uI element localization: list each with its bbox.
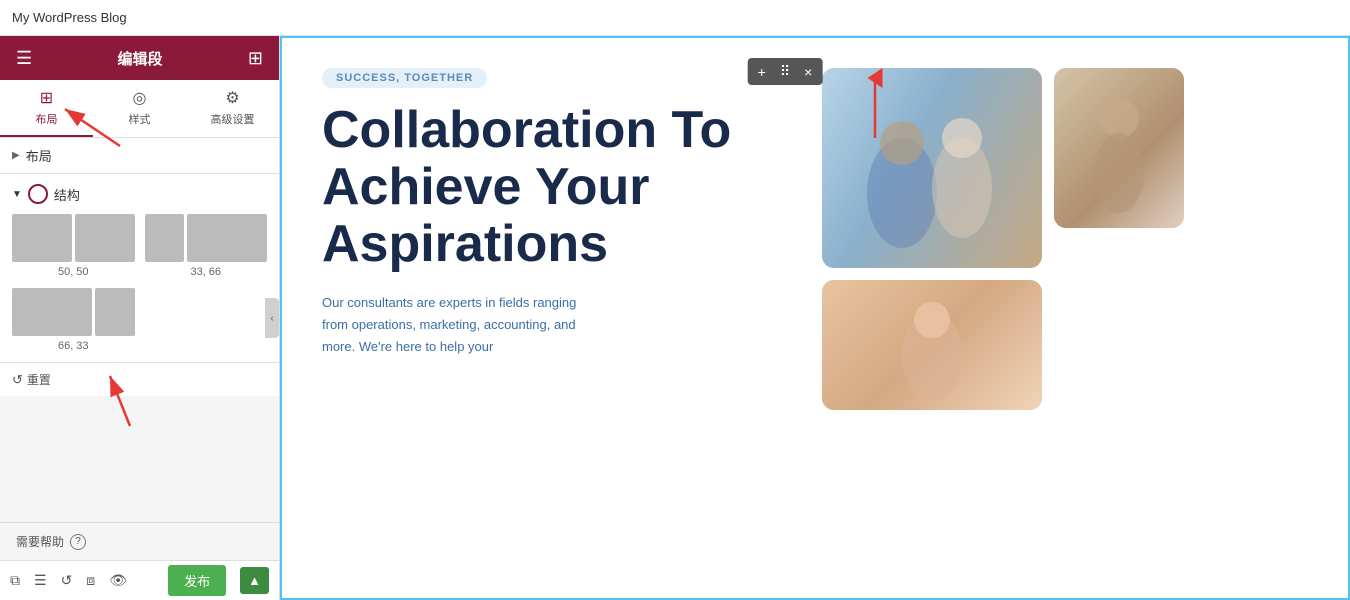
description-text: Our consultants are experts in fields ra…	[322, 292, 602, 358]
floating-toolbar: + ⠿ ×	[748, 58, 823, 85]
layout-label-33-66: 33, 66	[190, 266, 221, 278]
sidebar-title: 编辑段	[118, 48, 163, 69]
hamburger-icon[interactable]: ☰	[16, 48, 32, 69]
help-label: 需要帮助	[16, 533, 64, 550]
help-icon[interactable]: ?	[70, 534, 86, 550]
tab-style[interactable]: ◎ 样式	[93, 80, 186, 137]
layers-icon[interactable]: ⧉	[10, 572, 20, 589]
bottom-svg	[832, 285, 1032, 405]
layout-option-50-50[interactable]: 50, 50	[12, 214, 135, 278]
meeting-image	[822, 68, 1042, 268]
page-frame: + ⠿ × SUCCESS, TOGETHER Collaboration To…	[280, 36, 1350, 600]
layout-options-grid: 50, 50 33, 66 66, 33	[12, 214, 267, 352]
clipboard-icon[interactable]: ⧈	[86, 572, 95, 589]
bottom-bar: ⧉ ☰ ↺ ⧈ 👁 发布 ▲	[0, 560, 279, 600]
sidebar-header: ☰ 编辑段 ⊞	[0, 36, 279, 80]
layout-option-33-66[interactable]: 33, 66	[145, 214, 268, 278]
sidebar-tabs: ⊞ 布局 ◎ 样式 ⚙ 高级设置	[0, 80, 279, 138]
side-photo	[1054, 68, 1184, 228]
publish-button[interactable]: 发布	[168, 565, 226, 596]
style-tab-icon: ◎	[133, 88, 147, 108]
advanced-tab-icon: ⚙	[225, 88, 239, 108]
layout-section-title: 布局	[26, 146, 52, 165]
structure-section: ▼ 结构 50, 50	[0, 174, 279, 363]
sidebar: ☰ 编辑段 ⊞ ⊞ 布局 ◎ 样式 ⚙ 高级设置 ▶ 布局	[0, 36, 280, 600]
structure-circle	[28, 184, 48, 204]
structure-header[interactable]: ▼ 结构	[12, 184, 267, 204]
tab-style-label: 样式	[129, 111, 151, 127]
reset-button[interactable]: ↺ 重置	[0, 363, 279, 396]
images-column	[822, 68, 1302, 410]
eye-icon[interactable]: 👁	[109, 572, 127, 589]
layout-label-50-50: 50, 50	[58, 266, 89, 278]
tab-advanced[interactable]: ⚙ 高级设置	[186, 80, 279, 137]
page-content: SUCCESS, TOGETHER Collaboration To Achie…	[282, 38, 1348, 440]
move-block-button[interactable]: ⠿	[776, 61, 794, 82]
help-section: 需要帮助 ?	[0, 522, 279, 560]
tab-layout-label: 布局	[36, 111, 58, 127]
publish-arrow-button[interactable]: ▲	[240, 567, 269, 594]
history-icon[interactable]: ↺	[61, 572, 73, 589]
people-svg	[832, 73, 1032, 263]
tab-layout[interactable]: ⊞ 布局	[0, 80, 93, 137]
grid-icon[interactable]: ⊞	[248, 48, 263, 69]
reset-icon: ↺	[12, 372, 23, 388]
layout-section-arrow: ▶	[12, 150, 20, 161]
main-layout: ☰ 编辑段 ⊞ ⊞ 布局 ◎ 样式 ⚙ 高级设置 ▶ 布局	[0, 36, 1350, 600]
tab-advanced-label: 高级设置	[211, 111, 255, 127]
badge: SUCCESS, TOGETHER	[322, 68, 487, 88]
reset-label: 重置	[27, 371, 51, 388]
side-image	[1054, 68, 1184, 228]
structure-section-title: 结构	[54, 185, 80, 204]
stack-icon[interactable]: ☰	[34, 572, 47, 589]
bottom-image	[822, 280, 1042, 410]
images-left-stack	[822, 68, 1042, 410]
collapse-icon: ‹	[270, 313, 273, 324]
text-column: SUCCESS, TOGETHER Collaboration To Achie…	[322, 68, 782, 358]
layout-tab-icon: ⊞	[40, 88, 53, 108]
side-svg	[1059, 73, 1179, 223]
page-title: My WordPress Blog	[12, 10, 127, 25]
close-block-button[interactable]: ×	[800, 62, 816, 82]
top-bar: My WordPress Blog	[0, 0, 1350, 36]
layout-option-66-33[interactable]: 66, 33	[12, 288, 135, 352]
layout-section[interactable]: ▶ 布局	[0, 138, 279, 174]
structure-arrow: ▼	[12, 189, 22, 200]
add-block-button[interactable]: +	[754, 62, 770, 82]
bottom-photo	[822, 280, 1042, 410]
meeting-photo	[822, 68, 1042, 268]
layout-label-66-33: 66, 33	[58, 340, 89, 352]
sidebar-collapse-handle[interactable]: ‹	[265, 298, 279, 338]
content-area: + ⠿ × SUCCESS, TOGETHER Collaboration To…	[280, 36, 1350, 600]
main-heading: Collaboration To Achieve Your Aspiration…	[322, 102, 782, 274]
sidebar-spacer	[0, 396, 279, 522]
